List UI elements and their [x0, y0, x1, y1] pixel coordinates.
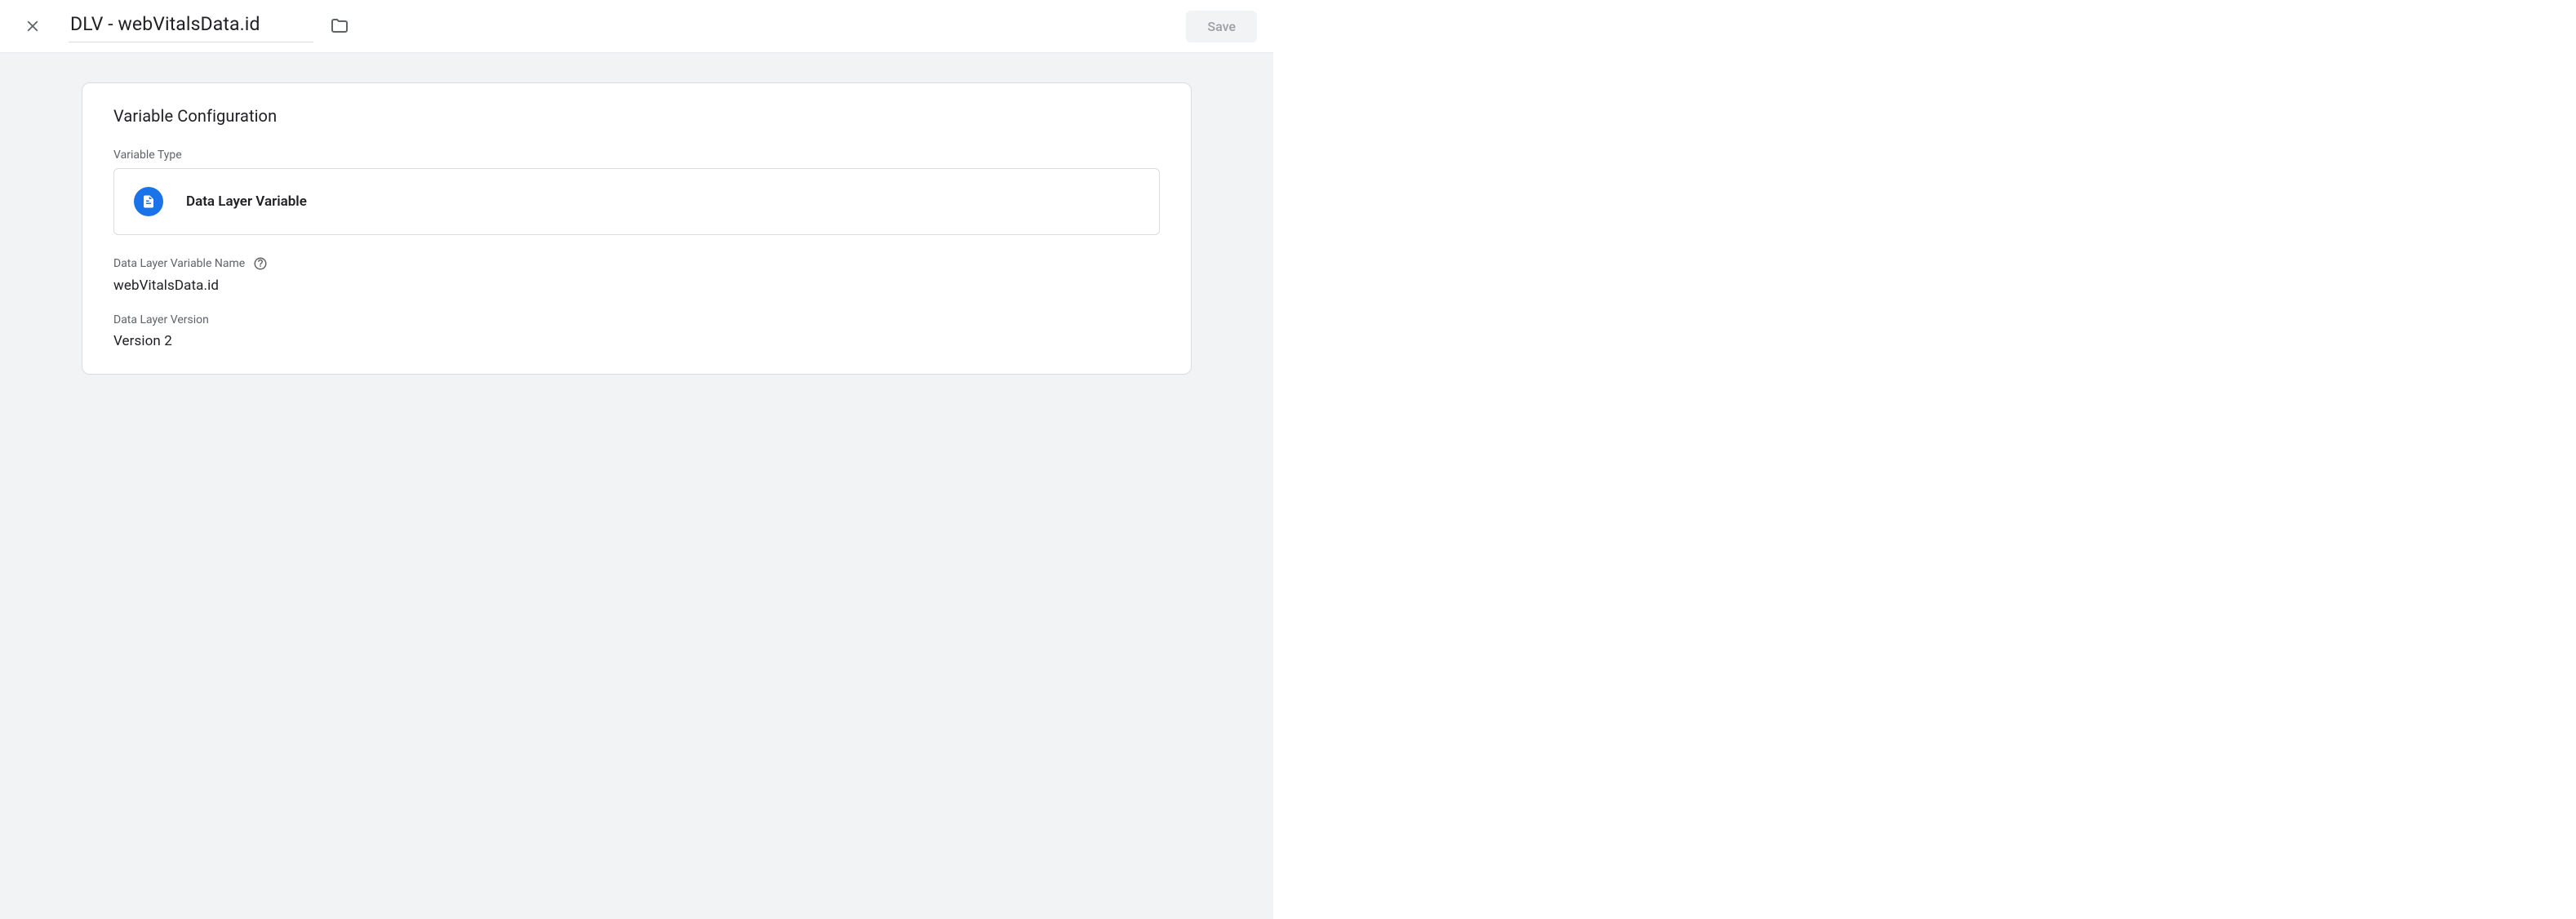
- help-icon: [253, 256, 268, 271]
- card-title: Variable Configuration: [113, 106, 1160, 126]
- document-icon: [141, 194, 156, 209]
- variable-configuration-card: Variable Configuration Variable Type Dat…: [82, 82, 1192, 375]
- save-button[interactable]: Save: [1186, 11, 1257, 42]
- variable-name-input[interactable]: [69, 10, 313, 42]
- dlv-version-value: Version 2: [113, 333, 1160, 349]
- main-content: Variable Configuration Variable Type Dat…: [0, 53, 1273, 919]
- dlv-name-field: Data Layer Variable Name webVitalsData.i…: [113, 256, 1160, 294]
- dlv-version-label: Data Layer Version: [113, 313, 209, 326]
- dlv-name-help-button[interactable]: [253, 256, 268, 271]
- variable-type-icon-badge: [134, 187, 163, 216]
- variable-type-selector[interactable]: Data Layer Variable: [113, 168, 1160, 235]
- variable-type-name: Data Layer Variable: [186, 193, 307, 210]
- dlv-name-value: webVitalsData.id: [113, 277, 1160, 294]
- folder-icon: [330, 16, 349, 36]
- dlv-version-field: Data Layer Version Version 2: [113, 313, 1160, 349]
- variable-type-label: Variable Type: [113, 149, 1160, 162]
- right-blank-panel: [1273, 0, 2576, 919]
- folder-button[interactable]: [330, 16, 349, 36]
- dlv-name-label: Data Layer Variable Name: [113, 257, 245, 270]
- editor-header: Save: [0, 0, 1273, 53]
- close-button[interactable]: [16, 10, 49, 42]
- close-icon: [24, 17, 42, 35]
